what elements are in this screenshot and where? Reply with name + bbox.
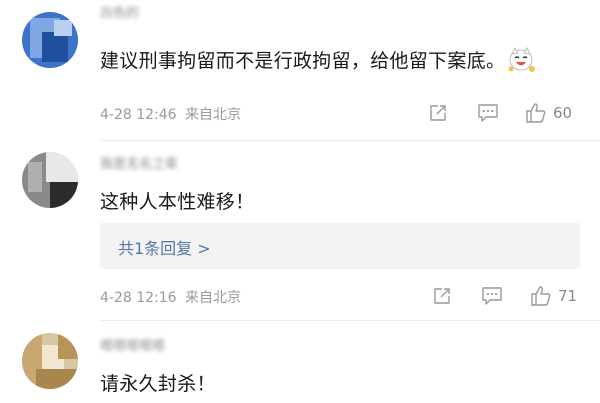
thumbs-up-icon — [530, 285, 552, 307]
avatar[interactable] — [22, 152, 78, 208]
comment-item: 嗯嗯嗯嗯嗯 请永久封杀！ — [0, 321, 600, 403]
like-count: 60 — [553, 104, 573, 122]
avatar[interactable] — [22, 12, 78, 68]
like-button[interactable]: 71 — [530, 284, 577, 308]
replies-box[interactable]: 共1条回复 > — [100, 223, 580, 269]
comment-text-body: 建议刑事拘留而不是行政拘留，给他留下案底。 — [100, 50, 506, 72]
comment-text: 这种人本性难移！ — [100, 191, 255, 213]
comment-item: 白色的 建议刑事拘留而不是行政拘留，给他留下案底。 4-28 12:46 来自北… — [0, 0, 600, 140]
like-count: 71 — [558, 287, 578, 305]
comment-actions: 60 — [0, 101, 600, 125]
comment-button[interactable] — [477, 101, 499, 125]
username[interactable]: 嗯嗯嗯嗯嗯 — [100, 335, 165, 354]
like-button[interactable]: 60 — [525, 101, 572, 125]
comment-actions: 71 — [0, 284, 600, 308]
comment-icon — [477, 103, 499, 123]
comment-text: 建议刑事拘留而不是行政拘留，给他留下案底。 — [100, 45, 536, 78]
share-button[interactable] — [432, 284, 452, 308]
comment-item: 我是无名之辈 这种人本性难移！ 共1条回复 > 4-28 12:16 来自北京 … — [0, 141, 600, 320]
share-button[interactable] — [428, 101, 448, 125]
avatar[interactable] — [22, 333, 78, 389]
share-icon — [432, 286, 452, 306]
username[interactable]: 我是无名之辈 — [100, 153, 178, 172]
laughing-cat-emoji-icon — [507, 45, 536, 78]
share-icon — [428, 103, 448, 123]
comment-icon — [481, 286, 503, 306]
thumbs-up-icon — [525, 102, 547, 124]
username[interactable]: 白色的 — [100, 2, 139, 21]
view-replies-link[interactable]: 共1条回复 > — [118, 235, 211, 259]
comment-text: 请永久封杀！ — [100, 373, 216, 395]
comment-button[interactable] — [481, 284, 503, 308]
